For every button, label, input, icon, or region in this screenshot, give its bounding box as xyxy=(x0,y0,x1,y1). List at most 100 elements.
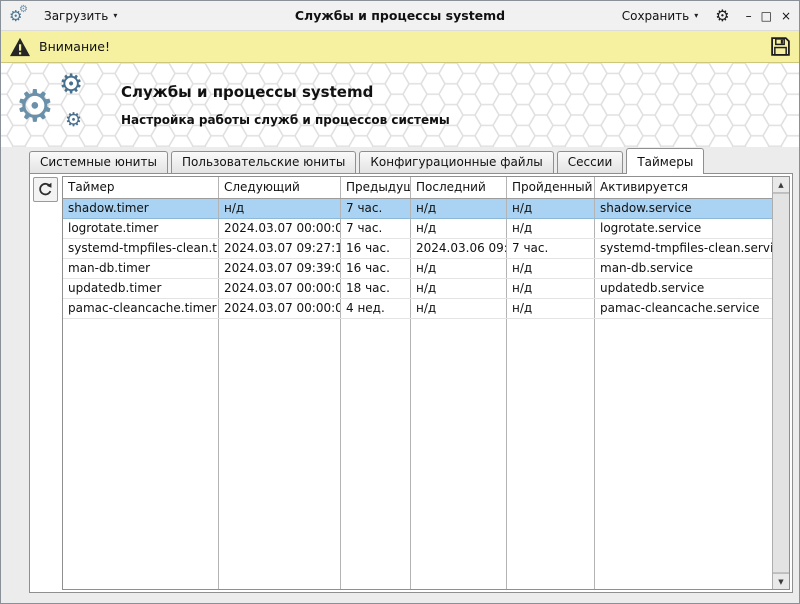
refresh-button[interactable] xyxy=(33,177,58,202)
save-menu-button[interactable]: Сохранить ▾ xyxy=(615,6,706,26)
table-cell xyxy=(411,479,507,499)
table-cell xyxy=(595,499,772,519)
app-window: ⚙ ⚙ Загрузить ▾ Службы и процессы system… xyxy=(0,0,800,604)
table-cell xyxy=(63,499,219,519)
table-row xyxy=(63,559,772,579)
floppy-disk-icon xyxy=(770,36,791,57)
table-cell: shadow.timer xyxy=(63,199,219,218)
settings-gear-button[interactable]: ⚙ xyxy=(713,8,731,24)
maximize-button[interactable]: □ xyxy=(761,9,772,23)
tab-timers[interactable]: Таймеры xyxy=(626,148,704,174)
table-cell xyxy=(595,479,772,499)
save-to-file-button[interactable] xyxy=(770,36,791,57)
table-cell: 2024.03.07 00:00:0 xyxy=(219,219,341,238)
table-cell xyxy=(507,499,595,519)
table-row[interactable]: systemd-tmpfiles-clean.timer2024.03.07 0… xyxy=(63,239,772,259)
tab-config-files[interactable]: Конфигурационные файлы xyxy=(359,151,553,173)
table-cell: 7 час. xyxy=(507,239,595,258)
table-cell xyxy=(219,419,341,439)
table-cell: pamac-cleancache.service xyxy=(595,299,772,318)
table-cell xyxy=(219,519,341,539)
column-header-timer[interactable]: Таймер xyxy=(63,177,219,198)
vertical-scrollbar[interactable]: ▲ ▼ xyxy=(772,177,789,589)
table-cell: н/д xyxy=(411,219,507,238)
scroll-down-icon[interactable]: ▼ xyxy=(773,573,789,589)
table-cell xyxy=(411,359,507,379)
table-row[interactable]: pamac-cleancache.timer2024.03.07 00:00:0… xyxy=(63,299,772,319)
column-header-next[interactable]: Следующий xyxy=(219,177,341,198)
table-cell: н/д xyxy=(507,219,595,238)
table-row xyxy=(63,459,772,479)
table-cell xyxy=(595,439,772,459)
table-cell: man-db.service xyxy=(595,259,772,278)
table-row xyxy=(63,359,772,379)
table-row xyxy=(63,579,772,589)
page-title: Службы и процессы systemd xyxy=(121,83,450,101)
table-cell xyxy=(341,519,411,539)
table-row[interactable]: shadow.timerн/д7 час.н/дн/дshadow.servic… xyxy=(63,199,772,219)
table-cell xyxy=(507,419,595,439)
table-cell xyxy=(595,579,772,589)
column-header-previous[interactable]: Предыдущ xyxy=(341,177,411,198)
table-cell xyxy=(595,519,772,539)
warning-bar: Внимание! xyxy=(1,31,799,63)
table-row xyxy=(63,539,772,559)
tab-user-units[interactable]: Пользовательские юниты xyxy=(171,151,356,173)
table-row[interactable]: logrotate.timer2024.03.07 00:00:07 час.н… xyxy=(63,219,772,239)
load-menu-button[interactable]: Загрузить ▾ xyxy=(37,6,124,26)
gear-icon: ⚙ xyxy=(19,5,28,15)
table-cell xyxy=(507,519,595,539)
table-cell xyxy=(219,579,341,589)
table-cell xyxy=(595,539,772,559)
column-header-last[interactable]: Последний xyxy=(411,177,507,198)
tab-sessions[interactable]: Сессии xyxy=(557,151,624,173)
window-controls: – □ × xyxy=(746,9,791,23)
table-cell xyxy=(63,539,219,559)
table-cell: н/д xyxy=(411,279,507,298)
table-cell xyxy=(341,419,411,439)
table-cell: systemd-tmpfiles-clean.service xyxy=(595,239,772,258)
table-cell xyxy=(63,519,219,539)
table-cell xyxy=(341,459,411,479)
table-cell xyxy=(63,339,219,359)
table-cell: н/д xyxy=(219,199,341,218)
table-cell xyxy=(63,319,219,339)
tab-system-units[interactable]: Системные юниты xyxy=(29,151,168,173)
close-button[interactable]: × xyxy=(781,9,791,23)
table-cell xyxy=(595,459,772,479)
table-row xyxy=(63,379,772,399)
table-cell xyxy=(341,399,411,419)
app-gears-icon: ⚙ ⚙ xyxy=(9,5,31,27)
table-cell xyxy=(341,319,411,339)
table-cell xyxy=(219,499,341,519)
table-row[interactable]: updatedb.timer2024.03.07 00:00:018 час.н… xyxy=(63,279,772,299)
table-cell xyxy=(595,359,772,379)
table-row xyxy=(63,519,772,539)
table-cell xyxy=(507,339,595,359)
column-header-elapsed[interactable]: Пройденный xyxy=(507,177,595,198)
minimize-button[interactable]: – xyxy=(746,9,752,23)
chevron-down-icon: ▾ xyxy=(113,11,117,20)
table-cell xyxy=(63,439,219,459)
table-cell xyxy=(219,439,341,459)
scroll-up-icon[interactable]: ▲ xyxy=(773,177,789,193)
table-row[interactable]: man-db.timer2024.03.07 09:39:016 час.н/д… xyxy=(63,259,772,279)
scrollbar-thumb[interactable] xyxy=(773,193,789,573)
table-cell: logrotate.service xyxy=(595,219,772,238)
table-cell xyxy=(411,459,507,479)
table-cell xyxy=(219,539,341,559)
table-cell xyxy=(507,539,595,559)
column-header-activates[interactable]: Активируется xyxy=(595,177,772,198)
refresh-icon xyxy=(37,181,54,198)
table-row xyxy=(63,479,772,499)
table-cell xyxy=(411,439,507,459)
table-row xyxy=(63,399,772,419)
table-cell xyxy=(341,579,411,589)
table-cell: 16 час. xyxy=(341,239,411,258)
table-row xyxy=(63,499,772,519)
table-cell xyxy=(219,559,341,579)
table-cell xyxy=(219,479,341,499)
table-cell xyxy=(411,399,507,419)
table-cell xyxy=(341,539,411,559)
table-cell xyxy=(595,559,772,579)
